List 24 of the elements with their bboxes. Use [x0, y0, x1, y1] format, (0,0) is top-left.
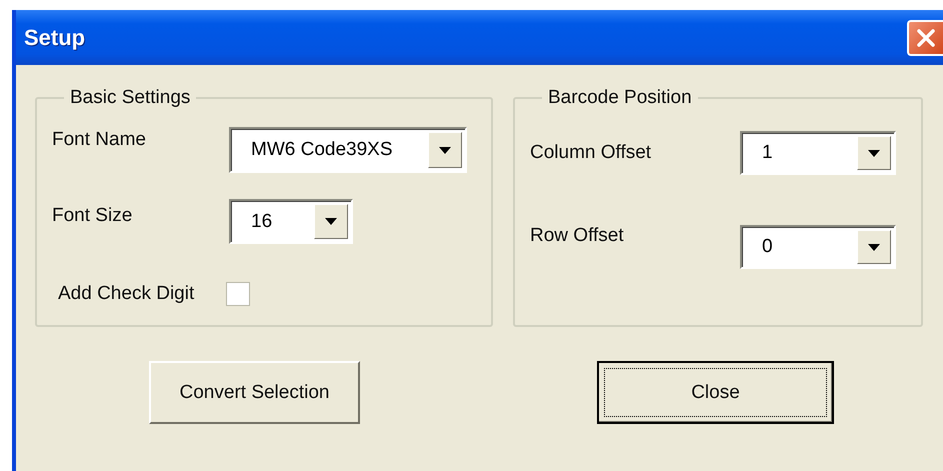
field-label: Row Offset	[530, 225, 625, 247]
caret-icon	[868, 244, 880, 250]
field-label: Font Name	[52, 129, 147, 151]
window-title: Setup	[24, 24, 86, 50]
group-title: Basic Settings	[69, 87, 192, 109]
checkbox-label: Add Check Digit	[58, 283, 196, 305]
caret-icon	[868, 150, 880, 156]
field-label: Column Offset	[530, 142, 652, 164]
close-button[interactable]	[907, 20, 943, 56]
dropdown-button[interactable]	[857, 136, 891, 170]
caret-icon	[439, 146, 451, 154]
dropdown-field[interactable]: 0	[740, 225, 896, 269]
dropdown-button[interactable]	[314, 204, 348, 239]
dropdown-field[interactable]: 1	[740, 131, 896, 175]
group-title: Barcode Position	[547, 87, 693, 109]
field-label: Font Size	[52, 205, 134, 227]
dialog-button[interactable]: Close	[597, 361, 834, 424]
checkbox[interactable]	[226, 282, 250, 306]
dropdown-field[interactable]: MW6 Code39XS	[229, 127, 467, 173]
caret-icon	[325, 218, 337, 225]
dialog-button[interactable]: Convert Selection	[149, 361, 360, 424]
dropdown-button[interactable]	[857, 230, 891, 264]
dropdown-field[interactable]: 16	[229, 199, 353, 244]
dropdown-button[interactable]	[428, 132, 462, 168]
